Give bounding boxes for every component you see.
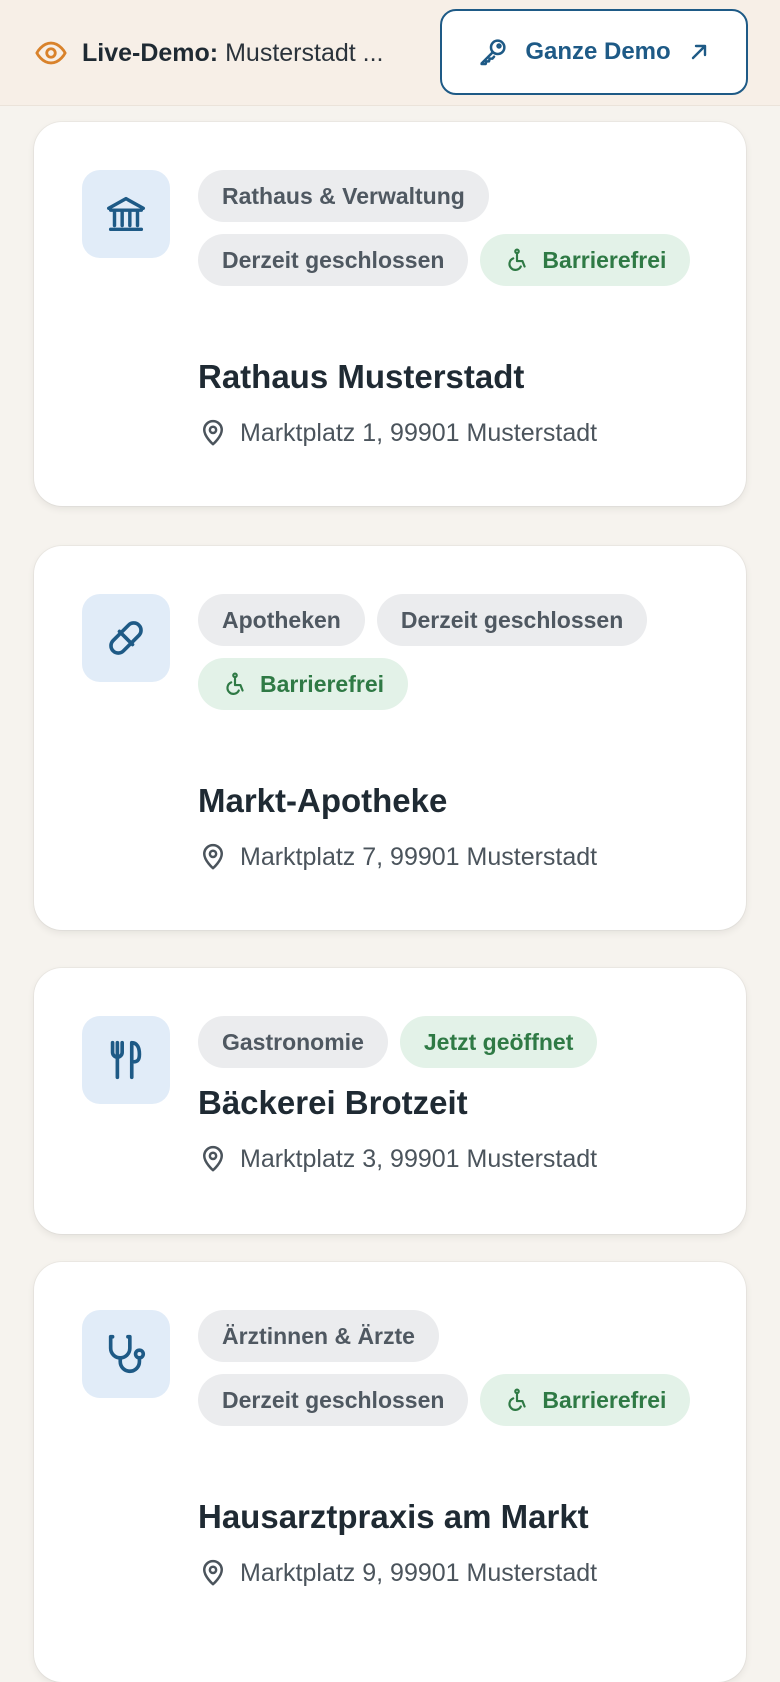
map-pin-icon xyxy=(198,418,228,448)
tag-list: Rathaus & Verwaltung Derzeit geschlossen… xyxy=(198,170,706,286)
place-address: Marktplatz 7, 99901 Musterstadt xyxy=(198,842,597,872)
place-title: Markt-Apotheke xyxy=(198,782,448,819)
accessible-tag: Barrierefrei xyxy=(198,658,409,710)
address-text: Marktplatz 7, 99901 Musterstadt xyxy=(240,842,598,871)
status-tag: Derzeit geschlossen xyxy=(376,594,648,646)
category-tag: Rathaus & Verwaltung xyxy=(198,170,489,222)
stethoscope-icon xyxy=(82,1310,170,1398)
tag-list: Ärztinnen & Ärzte Derzeit geschlossen Ba… xyxy=(198,1310,706,1426)
wheelchair-icon xyxy=(504,1387,530,1413)
demo-banner: Live-Demo: Musterstadt ... Ganze Demo xyxy=(0,0,780,106)
wheelchair-icon xyxy=(222,671,248,697)
accessible-label: Barrierefrei xyxy=(260,670,385,697)
live-demo-label: Live-Demo: xyxy=(82,38,219,67)
full-demo-label: Ganze Demo xyxy=(525,38,671,65)
map-pin-icon xyxy=(198,1558,228,1588)
category-tag: Ärztinnen & Ärzte xyxy=(198,1310,439,1362)
key-icon xyxy=(477,36,509,68)
place-card[interactable]: Rathaus & Verwaltung Derzeit geschlossen… xyxy=(34,122,746,506)
arrow-up-right-icon xyxy=(687,40,711,64)
live-demo-value: Musterstadt ... xyxy=(225,38,384,67)
place-address: Marktplatz 3, 99901 Musterstadt xyxy=(198,1144,597,1174)
status-tag: Jetzt geöffnet xyxy=(399,1016,598,1068)
accessible-tag: Barrierefrei xyxy=(480,1374,691,1426)
place-address: Marktplatz 1, 99901 Musterstadt xyxy=(198,418,597,448)
address-text: Marktplatz 3, 99901 Musterstadt xyxy=(240,1144,598,1173)
eye-icon xyxy=(34,36,68,70)
address-text: Marktplatz 1, 99901 Musterstadt xyxy=(240,418,598,447)
place-card[interactable]: Ärztinnen & Ärzte Derzeit geschlossen Ba… xyxy=(34,1262,746,1682)
pill-icon xyxy=(82,594,170,682)
wheelchair-icon xyxy=(504,247,530,273)
place-card[interactable]: Gastronomie Jetzt geöffnet Bäckerei Brot… xyxy=(34,968,746,1234)
full-demo-button[interactable]: Ganze Demo xyxy=(440,9,748,95)
place-title: Rathaus Musterstadt xyxy=(198,358,525,395)
accessible-label: Barrierefrei xyxy=(542,246,667,273)
accessible-tag: Barrierefrei xyxy=(480,234,691,286)
category-tag: Apotheken xyxy=(198,594,365,646)
building-columns-icon xyxy=(82,170,170,258)
utensils-icon xyxy=(82,1016,170,1104)
accessible-label: Barrierefrei xyxy=(542,1386,667,1413)
place-title: Bäckerei Brotzeit xyxy=(198,1084,468,1121)
tag-list: Gastronomie Jetzt geöffnet xyxy=(198,1016,706,1068)
address-text: Marktplatz 9, 99901 Musterstadt xyxy=(240,1558,598,1587)
tag-list: Apotheken Derzeit geschlossen Barrierefr… xyxy=(198,594,706,710)
category-tag: Gastronomie xyxy=(198,1016,388,1068)
place-address: Marktplatz 9, 99901 Musterstadt xyxy=(198,1558,597,1588)
map-pin-icon xyxy=(198,842,228,872)
map-pin-icon xyxy=(198,1144,228,1174)
place-card[interactable]: Apotheken Derzeit geschlossen Barrierefr… xyxy=(34,546,746,930)
status-tag: Derzeit geschlossen xyxy=(198,1374,469,1426)
place-title: Hausarztpraxis am Markt xyxy=(198,1498,589,1535)
status-tag: Derzeit geschlossen xyxy=(198,234,469,286)
live-demo-indicator: Live-Demo: Musterstadt ... xyxy=(34,36,383,70)
